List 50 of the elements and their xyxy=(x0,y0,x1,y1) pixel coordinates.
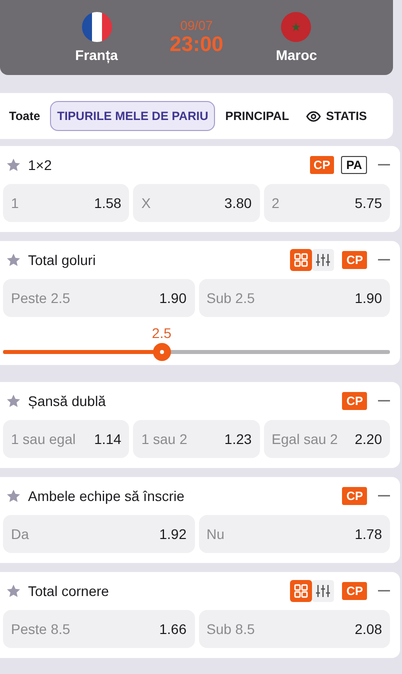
odds-button[interactable]: 1 sau egal 1.14 xyxy=(3,420,130,458)
odds-button[interactable]: Nu 1.78 xyxy=(198,515,390,553)
slider-track[interactable] xyxy=(3,343,390,361)
star-icon[interactable] xyxy=(6,489,21,503)
match-date: 09/07 xyxy=(180,18,213,33)
flag-icon xyxy=(82,12,112,42)
flag-icon xyxy=(281,12,312,42)
team-name: Franța xyxy=(75,47,118,63)
grid-icon xyxy=(294,584,308,598)
star-icon[interactable] xyxy=(6,158,21,172)
star-icon[interactable] xyxy=(6,584,21,598)
grid-icon xyxy=(294,253,308,267)
grid-view-button[interactable] xyxy=(290,249,312,271)
market-title: Șansă dublă xyxy=(28,393,107,409)
star-icon[interactable] xyxy=(6,253,21,267)
odds-button[interactable]: 2 5.75 xyxy=(264,184,390,222)
tab[interactable]: Toate xyxy=(2,101,48,131)
star-icon[interactable] xyxy=(6,394,21,408)
sliders-icon xyxy=(316,253,330,267)
market-badge: CP xyxy=(342,392,367,410)
grid-view-button[interactable] xyxy=(290,580,312,602)
market-title: Ambele echipe să înscrie xyxy=(28,488,186,504)
market-title: 1×2 xyxy=(28,157,53,173)
odds-button[interactable]: Sub 8.5 2.08 xyxy=(198,610,390,648)
market-title: Total goluri xyxy=(28,252,97,268)
odds-button[interactable]: 1 1.58 xyxy=(3,184,130,222)
market-badge: CP xyxy=(310,156,334,174)
tab[interactable]: TIPURILE MELE DE PARIU xyxy=(50,101,216,131)
team-name: Maroc xyxy=(276,47,318,63)
match-time: 23:00 xyxy=(170,33,224,57)
market-badge: PA xyxy=(341,156,367,174)
odds-button[interactable]: 1 sau 2 1.23 xyxy=(133,420,260,458)
odds-button[interactable]: Peste 2.5 1.90 xyxy=(3,279,194,317)
odds-button[interactable]: Peste 8.5 1.66 xyxy=(3,610,194,648)
odds-button[interactable]: Da 1.92 xyxy=(3,515,194,553)
slider-value: 2.5 xyxy=(152,325,172,341)
sliders-view-button[interactable] xyxy=(312,580,334,602)
tab[interactable]: STATIS xyxy=(299,101,374,131)
odds-button[interactable]: Sub 2.5 1.90 xyxy=(198,279,390,317)
slider-thumb[interactable] xyxy=(152,343,171,361)
eye-icon xyxy=(306,110,322,122)
odds-button[interactable]: X 3.80 xyxy=(133,184,260,222)
market-badge: CP xyxy=(342,582,367,600)
sliders-icon xyxy=(316,584,330,598)
market-title: Total cornere xyxy=(28,583,110,599)
market-badge: CP xyxy=(342,487,367,505)
tab[interactable]: PRINCIPAL xyxy=(218,101,296,131)
market-badge: CP xyxy=(342,251,367,269)
sliders-view-button[interactable] xyxy=(312,249,334,271)
odds-button[interactable]: Egal sau 2 2.20 xyxy=(264,420,390,458)
